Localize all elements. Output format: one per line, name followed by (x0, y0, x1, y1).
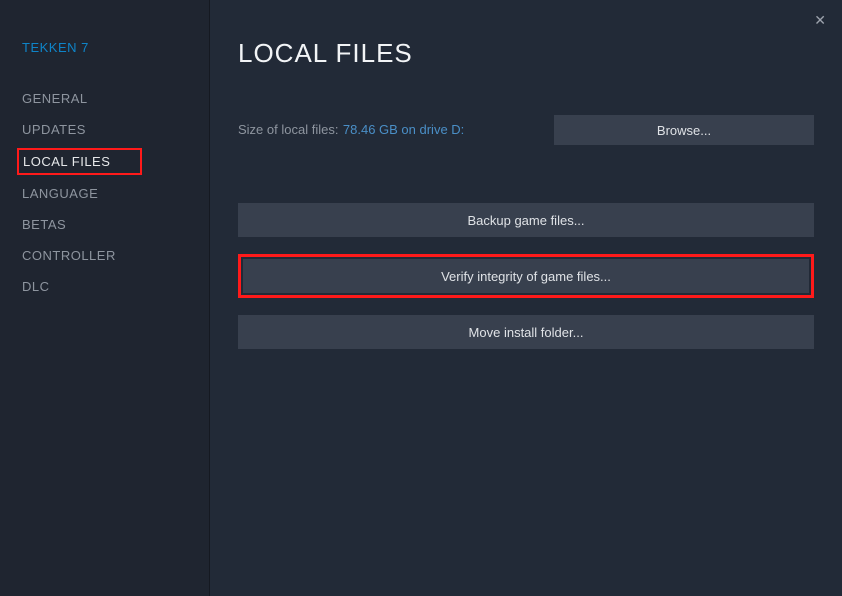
backup-button[interactable]: Backup game files... (238, 203, 814, 237)
size-info: Size of local files: 78.46 GB on drive D… (238, 121, 464, 139)
content-pane: ✕ LOCAL FILES Size of local files: 78.46… (210, 0, 842, 596)
game-title: TEKKEN 7 (22, 40, 209, 55)
sidebar-item-local-files[interactable]: LOCAL FILES (23, 154, 110, 169)
sidebar-item-general[interactable]: GENERAL (22, 83, 209, 114)
size-label: Size of local files: (238, 122, 338, 137)
highlight-verify: Verify integrity of game files... (238, 254, 814, 298)
sidebar: TEKKEN 7 GENERAL UPDATES LOCAL FILES LAN… (0, 0, 210, 596)
sidebar-item-betas[interactable]: BETAS (22, 209, 209, 240)
highlight-local-files: LOCAL FILES (17, 148, 142, 175)
sidebar-item-controller[interactable]: CONTROLLER (22, 240, 209, 271)
page-title: LOCAL FILES (238, 38, 814, 69)
size-row: Size of local files: 78.46 GB on drive D… (238, 115, 814, 145)
sidebar-item-dlc[interactable]: DLC (22, 271, 209, 302)
browse-button[interactable]: Browse... (554, 115, 814, 145)
close-icon[interactable]: ✕ (810, 8, 830, 33)
size-value: 78.46 GB on drive D: (343, 122, 464, 137)
move-folder-button[interactable]: Move install folder... (238, 315, 814, 349)
sidebar-item-language[interactable]: LANGUAGE (22, 178, 209, 209)
verify-button[interactable]: Verify integrity of game files... (243, 259, 809, 293)
sidebar-item-updates[interactable]: UPDATES (22, 114, 209, 145)
